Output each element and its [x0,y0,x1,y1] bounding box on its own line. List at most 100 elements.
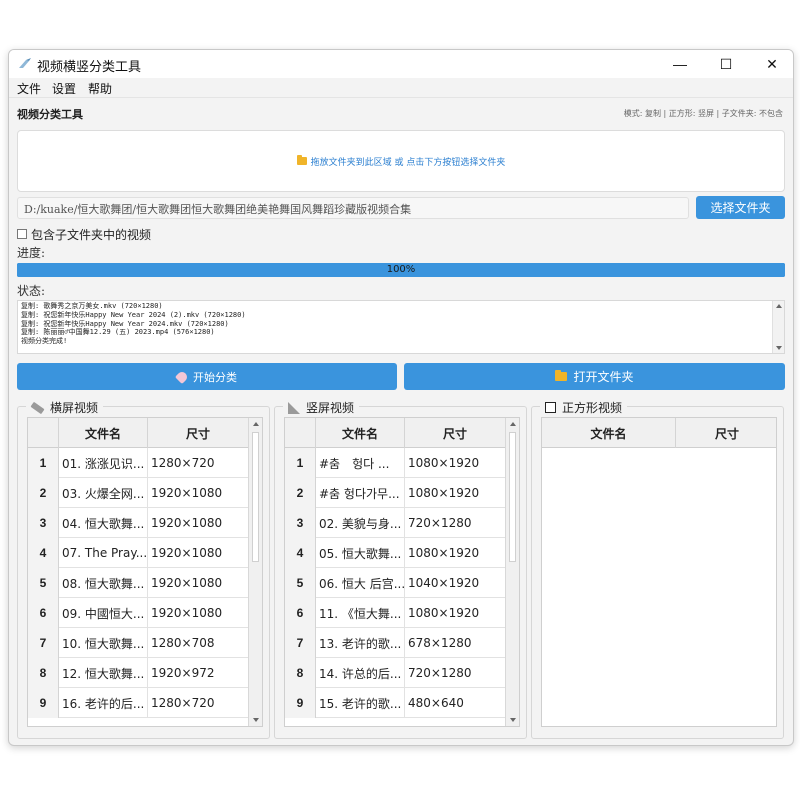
column-header-size[interactable]: 尺寸 [405,418,506,448]
landscape-group: 横屏视频 文件名 尺寸 1 01. 涨涨见识... 1280×720 2 03. 火爆全… [17,399,270,739]
table-row[interactable]: 5 06. 恒大 后宫... 1040×1920 [285,568,519,598]
drop-zone[interactable]: 拖放文件夹到此区域 或 点击下方按钮选择文件夹 [17,130,785,192]
row-number: 7 [285,628,316,658]
file-size-cell: 678×1280 [405,628,506,658]
table-row[interactable]: 1 01. 涨涨见识... 1280×720 [28,448,262,478]
scroll-down-icon[interactable] [776,346,782,350]
table-row[interactable]: 8 14. 许总的后... 720×1280 [285,658,519,688]
table-row[interactable]: 3 02. 美貌与身... 720×1280 [285,508,519,538]
table-row[interactable]: 4 07. The Pray... 1920×1080 [28,538,262,568]
open-folder-icon [555,370,568,381]
select-folder-button[interactable]: 选择文件夹 [696,196,785,219]
row-number: 9 [28,688,59,718]
column-header-filename[interactable]: 文件名 [59,418,148,448]
column-header-size[interactable]: 尺寸 [676,418,776,448]
table-row[interactable]: 1 #춤 헝다 ... 1080×1920 [285,448,519,478]
table-corner[interactable] [28,418,59,448]
row-number: 8 [285,658,316,688]
column-header-filename[interactable]: 文件名 [542,418,676,448]
file-name-cell: 08. 恒大歌舞... [59,568,148,598]
scroll-up-icon[interactable] [253,422,259,426]
status-log-line: 复制: 祝您新年快乐Happy New Year 2024 (2).mkv (7… [21,310,246,319]
row-number: 9 [285,688,316,718]
table-row[interactable]: 8 12. 恒大歌舞... 1920×972 [28,658,262,688]
file-name-cell: 01. 涨涨见识... [59,448,148,478]
file-size-cell: 1920×1080 [148,538,249,568]
row-number: 3 [285,508,316,538]
table-row[interactable]: 2 03. 火爆全网... 1920×1080 [28,478,262,508]
column-header-filename[interactable]: 文件名 [316,418,405,448]
file-name-cell: 09. 中國恒大... [59,598,148,628]
scroll-thumb[interactable] [509,432,516,562]
table-row[interactable]: 6 11. 《恒大舞... 1080×1920 [285,598,519,628]
table-row[interactable]: 7 13. 老许的歌... 678×1280 [285,628,519,658]
minimize-icon: — [673,56,687,72]
status-log-scrollbar[interactable] [772,301,784,353]
table-row[interactable]: 9 15. 老许的歌... 480×640 [285,688,519,718]
row-number: 8 [28,658,59,688]
rocket-icon [174,369,190,384]
include-subfolders-checkbox[interactable] [17,229,27,239]
column-header-size[interactable]: 尺寸 [148,418,249,448]
menu-bar: 文件 设置 帮助 [9,78,793,98]
folder-path-input[interactable]: D:/kuake/恒大歌舞团/恒大歌舞团恒大歌舞团绝美艳舞国风舞蹈珍藏版视频合集 [17,197,689,219]
square-group-title: 正方形视频 [540,399,628,416]
row-number: 6 [28,598,59,628]
drop-zone-hint: 拖放文件夹到此区域 或 点击下方按钮选择文件夹 [296,155,505,168]
table-row[interactable]: 5 08. 恒大歌舞... 1920×1080 [28,568,262,598]
menu-file[interactable]: 文件 [17,80,41,97]
ruler-icon [30,401,45,414]
file-name-cell: 07. The Pray... [59,538,148,568]
scroll-thumb[interactable] [252,432,259,562]
table-corner[interactable] [285,418,316,448]
table-row[interactable]: 7 10. 恒大歌舞... 1280×708 [28,628,262,658]
include-subfolders-label: 包含子文件夹中的视频 [31,227,152,242]
triangle-ruler-icon [288,401,300,414]
table-row[interactable]: 3 04. 恒大歌舞... 1920×1080 [28,508,262,538]
file-name-cell: 03. 火爆全网... [59,478,148,508]
close-button[interactable]: ✕ [749,50,793,78]
status-log[interactable]: 复制: 歌舞秀之京万美女.mkv (720×1280) 复制: 祝您新年快乐Hap… [17,300,785,354]
scroll-up-icon[interactable] [510,422,516,426]
file-size-cell: 1920×1080 [148,598,249,628]
include-subfolders-option[interactable]: 包含子文件夹中的视频 [17,226,151,242]
maximize-button[interactable]: ☐ [703,50,749,78]
file-size-cell: 1040×1920 [405,568,506,598]
square-table[interactable]: 文件名 尺寸 [541,417,777,727]
menu-help[interactable]: 帮助 [88,80,112,97]
table-row[interactable]: 6 09. 中國恒大... 1920×1080 [28,598,262,628]
window-title: 视频横竖分类工具 [37,60,142,75]
title-bar[interactable]: 视频横竖分类工具 — ☐ ✕ [9,50,793,78]
status-log-line: 复制: 陈丽丽♂中国舞12.29 (五) 2023.mp4 (576×1280) [21,328,215,337]
portrait-table[interactable]: 文件名 尺寸 1 #춤 헝다 ... 1080×1920 2 #춤 헝다가무... 108… [284,417,520,727]
landscape-table[interactable]: 文件名 尺寸 1 01. 涨涨见识... 1280×720 2 03. 火爆全网... 1… [27,417,263,727]
scroll-down-icon[interactable] [253,718,259,722]
row-number: 3 [28,508,59,538]
square-icon [545,402,556,413]
table-row[interactable]: 4 05. 恒大歌舞... 1080×1920 [285,538,519,568]
settings-summary: 模式: 复制 | 正方形: 竖屏 | 子文件夹: 不包含 [623,109,783,118]
file-size-cell: 1920×972 [148,658,249,688]
open-folder-button[interactable]: 打开文件夹 [404,363,785,390]
portrait-table-scrollbar[interactable] [505,418,519,726]
file-size-cell: 1920×1080 [148,568,249,598]
row-number: 5 [285,568,316,598]
file-size-cell: 1920×1080 [148,508,249,538]
maximize-icon: ☐ [719,55,733,72]
landscape-table-scrollbar[interactable] [248,418,262,726]
table-row[interactable]: 2 #춤 헝다가무... 1080×1920 [285,478,519,508]
row-number: 4 [285,538,316,568]
scroll-down-icon[interactable] [510,718,516,722]
row-number: 5 [28,568,59,598]
table-header: 文件名 尺寸 [28,418,262,448]
file-name-cell: 02. 美貌与身... [316,508,405,538]
start-classify-button[interactable]: 开始分类 [17,363,397,390]
portrait-group-label: 竖屏视频 [306,401,355,415]
scroll-up-icon[interactable] [776,304,782,308]
file-size-cell: 1280×720 [148,688,249,718]
file-name-cell: 13. 老许的歌... [316,628,405,658]
table-row[interactable]: 9 16. 老许的后... 1280×720 [28,688,262,718]
landscape-group-label: 横屏视频 [50,401,99,415]
minimize-button[interactable]: — [657,50,703,78]
menu-settings[interactable]: 设置 [52,80,76,97]
